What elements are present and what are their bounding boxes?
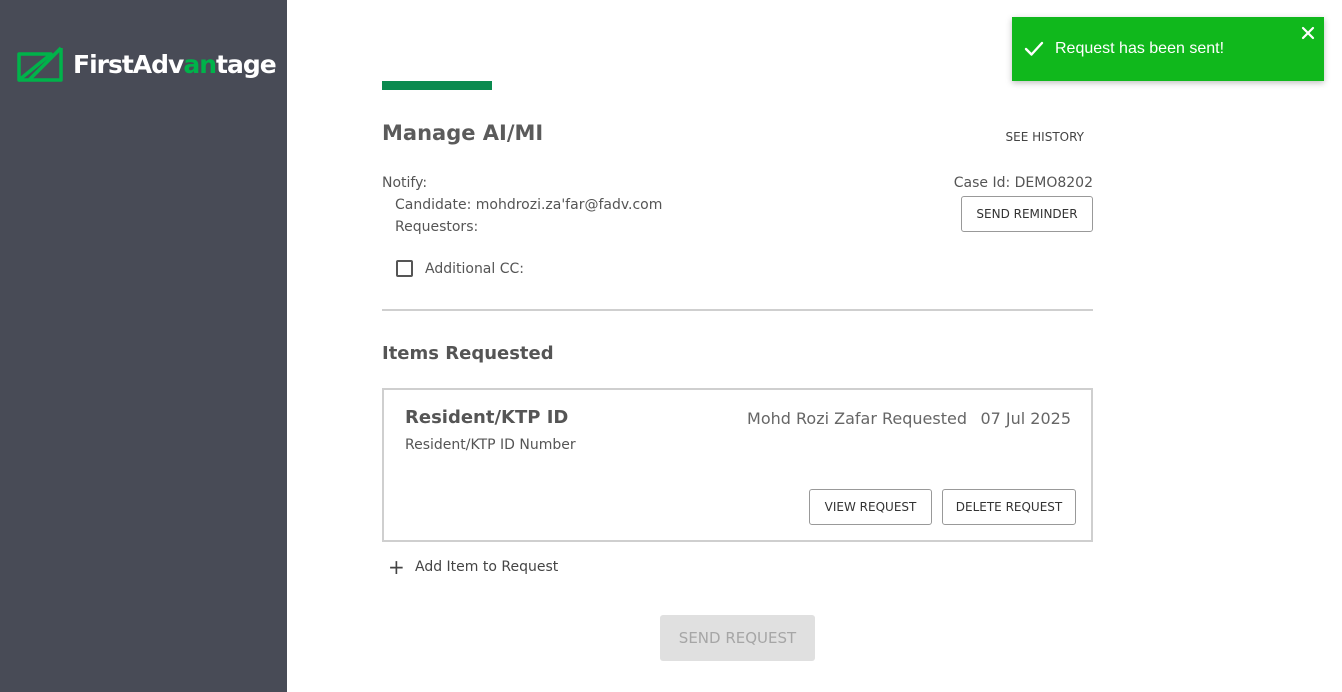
send-request-button[interactable]: SEND REQUEST: [660, 615, 815, 661]
item-date: 07 Jul 2025: [980, 409, 1071, 428]
plus-icon: +: [388, 555, 405, 579]
see-history-link[interactable]: SEE HISTORY: [1006, 130, 1084, 144]
section-divider: [382, 309, 1093, 311]
requestors-label: Requestors:: [395, 219, 479, 235]
logo-mark-icon: [17, 46, 63, 82]
requested-item-card: Resident/KTP ID Resident/KTP ID Number M…: [382, 388, 1093, 542]
close-icon[interactable]: [1300, 25, 1316, 41]
items-requested-title: Items Requested: [382, 343, 554, 364]
sidebar: FirstAdvantage: [0, 0, 287, 692]
add-item-label: Add Item to Request: [415, 559, 559, 575]
brand-logo[interactable]: FirstAdvantage: [15, 44, 277, 84]
delete-request-button[interactable]: DELETE REQUEST: [942, 489, 1076, 525]
success-toast: Request has been sent!: [1012, 17, 1324, 81]
case-id: Case Id: DEMO8202: [953, 175, 1093, 191]
brand-name: FirstAdvantage: [73, 49, 277, 79]
item-requester: Mohd Rozi Zafar Requested: [747, 409, 967, 428]
notify-label: Notify:: [382, 175, 428, 191]
additional-cc-checkbox[interactable]: [396, 260, 413, 277]
checkmark-icon: [1024, 41, 1044, 56]
send-reminder-button[interactable]: SEND REMINDER: [961, 196, 1093, 232]
title-accent-bar: [382, 81, 492, 90]
main-content: Manage AI/MI SEE HISTORY Notify: Candida…: [382, 0, 1093, 692]
additional-cc-row: Additional CC:: [396, 260, 524, 277]
toast-message: Request has been sent!: [1055, 40, 1225, 57]
page-title: Manage AI/MI: [382, 121, 544, 145]
view-request-button[interactable]: VIEW REQUEST: [809, 489, 932, 525]
candidate-email: Candidate: mohdrozi.za'far@fadv.com: [395, 197, 663, 213]
item-description: Resident/KTP ID Number: [405, 437, 576, 453]
item-name: Resident/KTP ID: [405, 407, 569, 428]
add-item-to-request-link[interactable]: + Add Item to Request: [388, 557, 558, 577]
additional-cc-label: Additional CC:: [425, 260, 524, 277]
